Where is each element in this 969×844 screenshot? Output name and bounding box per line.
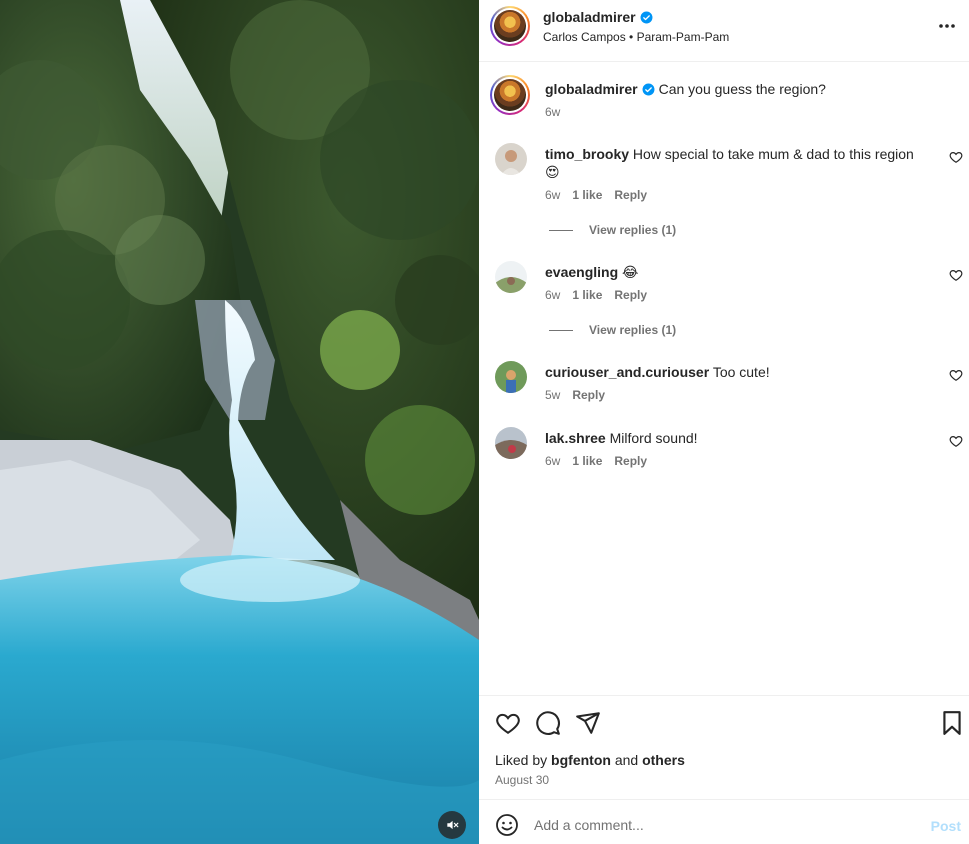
comment-like-heart-icon[interactable] [949, 150, 963, 164]
liked-by-and: and [614, 752, 639, 768]
more-options-button[interactable] [935, 14, 959, 38]
comment-emoji: 😂 [622, 264, 639, 280]
post-media[interactable] [0, 0, 479, 844]
emoji-icon[interactable] [495, 813, 519, 837]
speaker-muted-icon [447, 820, 459, 830]
waterfall-video-frame [0, 0, 479, 844]
author-username[interactable]: globaladmirer [543, 9, 636, 25]
post-caption: globaladmirer Can you guess the region? … [479, 74, 969, 134]
comment-likes[interactable]: 1 like [572, 188, 602, 202]
liked-by-others[interactable]: others [642, 752, 685, 768]
bookmark-icon[interactable] [939, 710, 965, 736]
commenter-avatar[interactable] [495, 261, 527, 293]
comment-text: Milford sound! [609, 430, 698, 446]
comment-reply-button[interactable]: Reply [614, 188, 647, 202]
post-details-panel: globaladmirer Carlos Campos • Param-Pam-… [479, 0, 969, 844]
verified-badge-icon [640, 11, 653, 23]
view-replies-button[interactable]: View replies (1) [549, 223, 676, 237]
comment-likes[interactable]: 1 like [572, 454, 602, 468]
comment-emoji: 😍 [545, 164, 560, 180]
verified-badge-icon [642, 83, 655, 95]
send-icon[interactable] [575, 710, 601, 736]
mute-button[interactable] [438, 811, 466, 839]
caption-text: Can you guess the region? [658, 81, 826, 97]
comment-reply-button[interactable]: Reply [572, 388, 605, 402]
post-actions: Liked by bgfenton and others August 30 [479, 695, 969, 799]
comment-like-heart-icon[interactable] [949, 268, 963, 282]
author-avatar[interactable] [490, 75, 530, 115]
comment-reply-button[interactable]: Reply [614, 288, 647, 302]
comment-like-heart-icon[interactable] [949, 368, 963, 382]
liked-by-user[interactable]: bgfenton [551, 752, 611, 768]
audio-credit[interactable]: Carlos Campos • Param-Pam-Pam [543, 30, 729, 44]
view-replies-label: View replies (1) [589, 323, 677, 337]
post-date[interactable]: August 30 [495, 773, 549, 787]
liked-by-summary[interactable]: Liked by bgfenton and others [495, 752, 685, 768]
post-header: globaladmirer Carlos Campos • Param-Pam-… [479, 0, 969, 62]
comment-composer: Post [479, 799, 969, 844]
comment-like-heart-icon[interactable] [949, 434, 963, 448]
caption-username[interactable]: globaladmirer [545, 81, 638, 97]
liked-by-prefix: Liked by [495, 752, 548, 768]
more-horizontal-icon [939, 24, 955, 28]
comment-likes[interactable]: 1 like [572, 288, 602, 302]
view-replies-label: View replies (1) [589, 223, 677, 237]
comment-username[interactable]: curiouser_and.curiouser [545, 364, 709, 380]
commenter-avatar[interactable] [495, 427, 527, 459]
comment-username[interactable]: evaengling [545, 264, 618, 280]
caption-timestamp[interactable]: 6w [545, 105, 560, 119]
comment-username[interactable]: timo_brooky [545, 146, 629, 162]
comment-text: How special to take mum & dad to this re… [632, 146, 914, 162]
comment-reply-button[interactable]: Reply [614, 454, 647, 468]
comment-timestamp[interactable]: 6w [545, 188, 560, 202]
commenter-avatar[interactable] [495, 143, 527, 175]
comment-timestamp[interactable]: 5w [545, 388, 560, 402]
post-comment-button[interactable]: Post [931, 818, 961, 834]
view-replies-button[interactable]: View replies (1) [549, 323, 676, 337]
author-avatar[interactable] [490, 6, 530, 46]
comment-timestamp[interactable]: 6w [545, 454, 560, 468]
comment-input[interactable] [534, 813, 904, 837]
comment-icon[interactable] [535, 710, 561, 736]
comment-text: Too cute! [712, 364, 770, 380]
comment-timestamp[interactable]: 6w [545, 288, 560, 302]
comment-username[interactable]: lak.shree [545, 430, 606, 446]
heart-icon[interactable] [495, 710, 521, 736]
commenter-avatar[interactable] [495, 361, 527, 393]
